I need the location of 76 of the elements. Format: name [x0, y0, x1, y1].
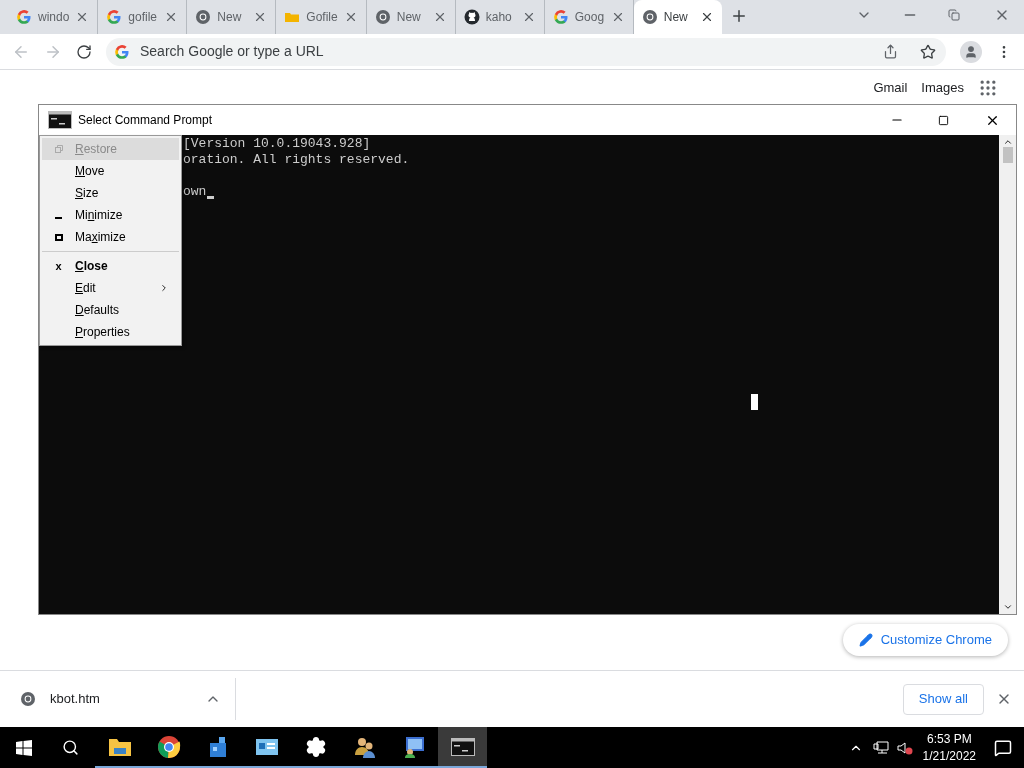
close-mark: x: [55, 258, 62, 274]
browser-tab[interactable]: New: [187, 0, 277, 34]
customize-button[interactable]: Customize Chrome: [842, 624, 1008, 656]
menu-item[interactable]: Size: [42, 182, 179, 204]
text-cursor: [207, 196, 215, 199]
menu-item[interactable]: x Close: [42, 255, 179, 277]
menu-item[interactable]: Maximize: [42, 226, 179, 248]
console-line: oration. All rights reserved.: [183, 152, 410, 167]
network-icon[interactable]: [872, 740, 889, 755]
chrome-icon: [374, 9, 391, 25]
tab-title: New: [396, 9, 422, 26]
download-item[interactable]: kbot.htm: [20, 678, 236, 720]
tab-title: gofile: [128, 9, 159, 26]
console-icon: [450, 737, 475, 756]
reload-icon[interactable]: [76, 43, 92, 60]
menu-item[interactable]: Edit: [42, 277, 179, 299]
chrome-icon: [195, 9, 212, 25]
show-all-button[interactable]: Show all: [902, 683, 984, 715]
menu-item[interactable]: Defaults: [42, 299, 179, 321]
page-link[interactable]: Images: [921, 78, 964, 98]
tab-title: New: [217, 9, 243, 26]
page-link[interactable]: Gmail: [873, 78, 908, 98]
clock-date[interactable]: 1/21/2022: [922, 747, 976, 765]
google-icon: [106, 9, 123, 25]
apps-icon[interactable]: [978, 78, 998, 98]
restore-icon[interactable]: [948, 9, 960, 21]
google-icon: [16, 9, 32, 25]
profile-avatar[interactable]: [960, 40, 982, 63]
mouse-cursor: [751, 394, 758, 410]
console-line: own: [183, 184, 207, 200]
chrome-icon: [641, 9, 658, 25]
windows-logo-icon[interactable]: [16, 739, 32, 756]
menu-item[interactable]: Properties: [42, 321, 179, 343]
google-icon: [114, 43, 130, 60]
console-icon: [48, 111, 72, 129]
taskbar-button[interactable]: [438, 727, 487, 768]
console-line: [Version 10.0.19043.928]: [183, 136, 371, 151]
search-icon[interactable]: [62, 739, 79, 756]
scrollbar[interactable]: [999, 135, 1016, 614]
tab-title: kaho: [485, 9, 513, 26]
restore-icon: [54, 145, 63, 153]
maximize-icon[interactable]: [938, 114, 949, 126]
browser-tab[interactable]: Gofile: [276, 0, 367, 34]
menu-item[interactable]: Move: [42, 160, 179, 182]
notifications-icon[interactable]: [994, 738, 1012, 757]
share-icon[interactable]: [883, 44, 898, 59]
browser-tab[interactable]: gofile: [98, 0, 188, 34]
scroll-thumb[interactable]: [1002, 147, 1013, 163]
scroll-down-icon[interactable]: [1002, 602, 1013, 612]
browser-tab[interactable]: kaho: [455, 0, 545, 34]
folder-icon: [107, 736, 132, 757]
tab-title: Gofile: [306, 9, 338, 26]
browser-tab[interactable]: New: [366, 0, 456, 34]
scroll-up-icon[interactable]: [1002, 137, 1013, 147]
bookmark-icon[interactable]: [920, 43, 936, 60]
speaker-muted-icon[interactable]: [896, 740, 913, 755]
address-field[interactable]: Search Google or type a URL: [140, 41, 873, 62]
tab-title: New: [663, 9, 689, 26]
gear-icon: [304, 735, 327, 758]
tab-title: windo: [38, 9, 70, 26]
cat-icon: [463, 9, 480, 25]
maximize-icon: [54, 233, 63, 241]
google-icon: [552, 9, 569, 25]
tab-title: Goog: [574, 9, 605, 26]
clock-time[interactable]: 6:53 PM: [926, 730, 972, 748]
window-title: Select Command Prompt: [78, 112, 213, 129]
browser-tab[interactable]: New: [633, 0, 722, 34]
menu-item[interactable]: Minimize: [42, 204, 179, 226]
browser-tab[interactable]: windo: [8, 0, 99, 34]
address-bar[interactable]: Search Google or type a URL: [106, 37, 946, 66]
browser-tab[interactable]: Goog: [544, 0, 634, 34]
card-icon: [254, 737, 279, 756]
chrome-icon: [20, 691, 36, 707]
chrome-icon: [156, 734, 181, 759]
minimize-icon: [55, 217, 62, 219]
pencil-icon: [858, 633, 873, 647]
